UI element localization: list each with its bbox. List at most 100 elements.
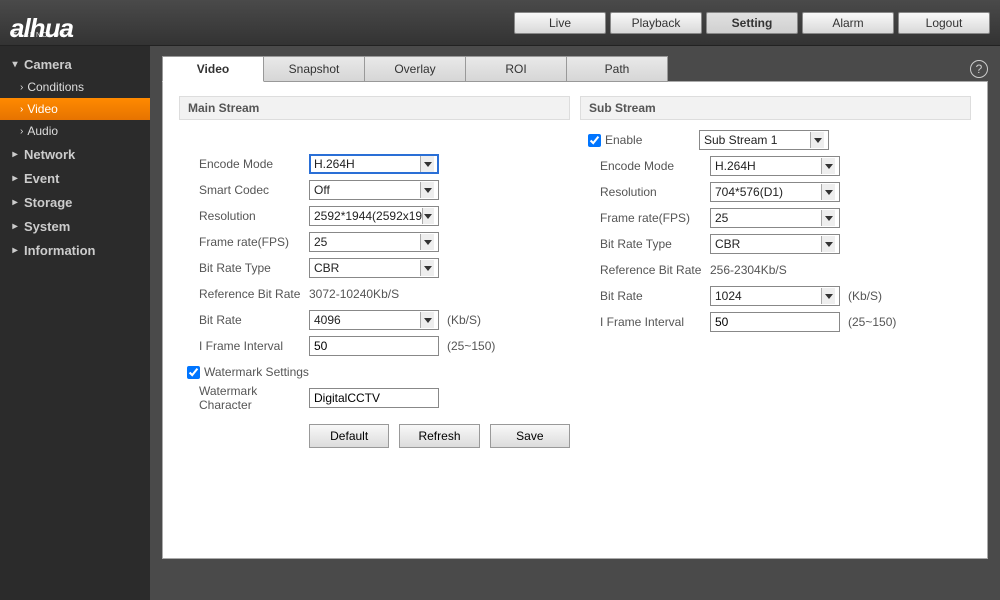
sidebar: ▾Camera ›Conditions ›Video ›Audio ▸Netwo… xyxy=(0,46,150,600)
brand-logo: alhua TECHNOLOGY xyxy=(10,2,72,44)
sub-encode-label: Encode Mode xyxy=(600,159,710,173)
tab-overlay[interactable]: Overlay xyxy=(364,56,466,82)
sub-enable-checkbox[interactable] xyxy=(588,134,601,147)
help-icon[interactable]: ? xyxy=(970,60,988,78)
main-brtype-select[interactable]: CBR xyxy=(309,258,439,278)
watermark-char-input[interactable] xyxy=(309,388,439,408)
sidebar-conditions[interactable]: › Conditions xyxy=(0,76,150,98)
main-iframe-label: I Frame Interval xyxy=(199,339,309,353)
caret-icon xyxy=(420,260,434,276)
sub-refbr-label: Reference Bit Rate xyxy=(600,263,710,277)
nav-alarm-label: Alarm xyxy=(832,16,863,30)
main-bitrate-label: Bit Rate xyxy=(199,313,309,327)
tab-snapshot-label: Snapshot xyxy=(289,62,340,76)
nav-setting[interactable]: Setting xyxy=(706,12,798,34)
watermark-enable-checkbox[interactable] xyxy=(187,366,200,379)
caret-icon xyxy=(420,234,434,250)
sidebar-storage-label: Storage xyxy=(24,195,72,210)
sub-encode-select[interactable]: H.264H xyxy=(710,156,840,176)
sub-bitrate-select[interactable]: 1024 xyxy=(710,286,840,306)
nav-live[interactable]: Live xyxy=(514,12,606,34)
sidebar-event-label: Event xyxy=(24,171,59,186)
main-fps-label: Frame rate(FPS) xyxy=(199,235,309,249)
caret-icon xyxy=(810,132,824,148)
sub-iframe-hint: (25~150) xyxy=(848,315,896,329)
main-bitrate-select[interactable]: 4096 xyxy=(309,310,439,330)
sidebar-information[interactable]: ▸Information xyxy=(0,238,150,262)
refresh-button[interactable]: Refresh xyxy=(399,424,479,448)
nav-alarm[interactable]: Alarm xyxy=(802,12,894,34)
main-resolution-label: Resolution xyxy=(199,209,309,223)
tab-roi-label: ROI xyxy=(505,62,526,76)
sub-stream-value: Sub Stream 1 xyxy=(704,133,777,147)
sub-resolution-label: Resolution xyxy=(600,185,710,199)
caret-icon xyxy=(420,312,434,328)
nav-live-label: Live xyxy=(549,16,571,30)
sub-iframe-field[interactable] xyxy=(715,313,835,331)
watermark-enable-label: Watermark Settings xyxy=(204,365,309,379)
tab-bar: Video Snapshot Overlay ROI Path ? xyxy=(162,56,988,82)
sub-resolution-select[interactable]: 704*576(D1) xyxy=(710,182,840,202)
sub-encode-value: H.264H xyxy=(715,159,756,173)
tab-snapshot[interactable]: Snapshot xyxy=(263,56,365,82)
sub-fps-select[interactable]: 25 xyxy=(710,208,840,228)
nav-playback[interactable]: Playback xyxy=(610,12,702,34)
sidebar-video[interactable]: ›Video xyxy=(0,98,150,120)
main-iframe-field[interactable] xyxy=(314,337,434,355)
main-fps-select[interactable]: 25 xyxy=(309,232,439,252)
caret-icon xyxy=(821,184,835,200)
sub-fps-label: Frame rate(FPS) xyxy=(600,211,710,225)
main-brtype-label: Bit Rate Type xyxy=(199,261,309,275)
sub-stream-column: Sub Stream Enable Sub Stream 1 Encode Mo… xyxy=(580,96,971,544)
main-stream-header: Main Stream xyxy=(179,96,570,120)
tab-roi[interactable]: ROI xyxy=(465,56,567,82)
tab-path[interactable]: Path xyxy=(566,56,668,82)
sidebar-camera[interactable]: ▾Camera xyxy=(0,52,150,76)
header-bar: alhua TECHNOLOGY Live Playback Setting A… xyxy=(0,0,1000,46)
sub-bitrate-label: Bit Rate xyxy=(600,289,710,303)
sidebar-audio[interactable]: ›Audio xyxy=(0,120,150,142)
sub-refbr-value: 256-2304Kb/S xyxy=(710,263,787,277)
nav-setting-label: Setting xyxy=(732,16,773,30)
bullet-icon: › xyxy=(20,82,23,93)
settings-panel: Main Stream Encode Mode H.264H Smart Cod… xyxy=(162,81,988,559)
sidebar-event[interactable]: ▸Event xyxy=(0,166,150,190)
bullet-icon: › xyxy=(20,126,23,137)
sidebar-network[interactable]: ▸Network xyxy=(0,142,150,166)
main-resolution-select[interactable]: 2592*1944(2592x1944) xyxy=(309,206,439,226)
main-area: Video Snapshot Overlay ROI Path ? Main S… xyxy=(150,46,1000,600)
chevron-right-icon: ▸ xyxy=(10,197,20,208)
watermark-char-field[interactable] xyxy=(314,389,434,407)
sidebar-storage[interactable]: ▸ Storage xyxy=(0,190,150,214)
sub-stream-select[interactable]: Sub Stream 1 xyxy=(699,130,829,150)
main-stream-column: Main Stream Encode Mode H.264H Smart Cod… xyxy=(179,96,570,544)
tab-video[interactable]: Video xyxy=(162,56,264,82)
sidebar-system-label: System xyxy=(24,219,70,234)
main-bitrate-value: 4096 xyxy=(314,313,341,327)
main-bitrate-unit: (Kb/S) xyxy=(447,313,481,327)
save-button[interactable]: Save xyxy=(490,424,570,448)
chevron-right-icon: ▸ xyxy=(10,245,20,256)
nav-logout[interactable]: Logout xyxy=(898,12,990,34)
main-brtype-value: CBR xyxy=(314,261,339,275)
default-button[interactable]: Default xyxy=(309,424,389,448)
main-resolution-value: 2592*1944(2592x1944) xyxy=(314,209,422,223)
sub-brtype-select[interactable]: CBR xyxy=(710,234,840,254)
main-encode-select[interactable]: H.264H xyxy=(309,154,439,174)
caret-icon xyxy=(821,236,835,252)
brand-name: alhua xyxy=(10,13,73,44)
caret-icon xyxy=(420,156,434,172)
sidebar-system[interactable]: ▸System xyxy=(0,214,150,238)
sidebar-conditions-label: Conditions xyxy=(27,80,84,94)
sub-iframe-input[interactable] xyxy=(710,312,840,332)
sub-bitrate-unit: (Kb/S) xyxy=(848,289,882,303)
main-refbr-value: 3072-10240Kb/S xyxy=(309,287,399,301)
sub-fps-value: 25 xyxy=(715,211,728,225)
caret-icon xyxy=(420,182,434,198)
main-smartcodec-select[interactable]: Off xyxy=(309,180,439,200)
sub-enable-label: Enable xyxy=(605,133,699,147)
main-stream-title: Main Stream xyxy=(188,101,259,115)
main-iframe-input[interactable] xyxy=(309,336,439,356)
sidebar-network-label: Network xyxy=(24,147,75,162)
action-buttons: Default Refresh Save xyxy=(179,424,570,448)
